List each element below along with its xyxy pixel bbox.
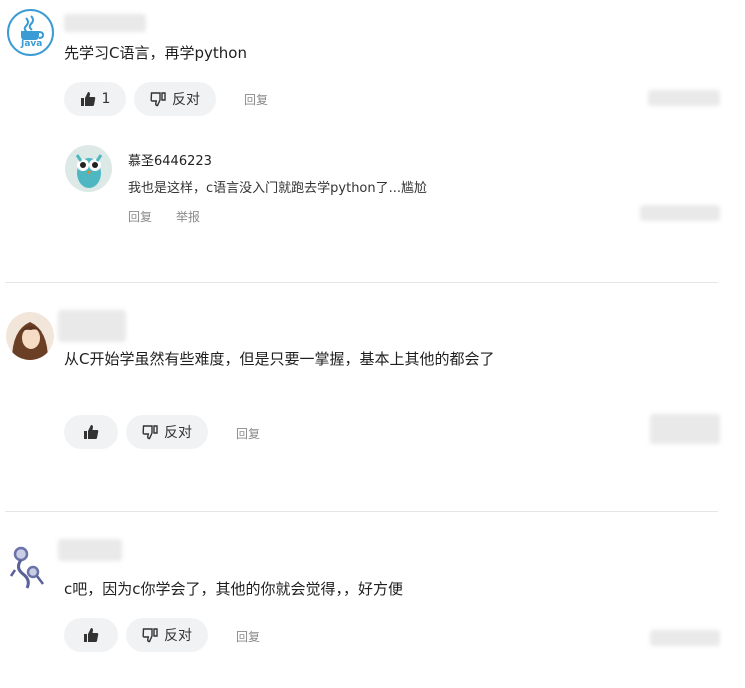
reply-text: 我也是这样，c语言没入门就跑去学python了...尴尬 (128, 181, 428, 196)
like-button[interactable] (64, 415, 118, 449)
dislike-button[interactable]: 反对 (126, 415, 208, 449)
dislike-label: 反对 (172, 92, 200, 108)
dislike-label: 反对 (164, 425, 192, 441)
like-button[interactable] (64, 618, 118, 652)
thumbs-down-icon (142, 628, 158, 643)
avatar-girl[interactable] (6, 312, 54, 360)
reply-link[interactable]: 回复 (236, 628, 260, 645)
dislike-button[interactable]: 反对 (134, 82, 216, 116)
meta-blurred (648, 90, 720, 106)
reply-username[interactable]: 慕圣6446223 (128, 150, 212, 169)
reply-meta-blurred (640, 205, 720, 221)
owl-avatar-icon (75, 154, 103, 188)
thumbs-up-icon (84, 425, 99, 439)
reply-link[interactable]: 回复 (244, 91, 268, 108)
reply-reply-link[interactable]: 回复 (128, 208, 152, 225)
dislike-label: 反对 (164, 628, 192, 644)
thumbs-down-icon (150, 92, 166, 107)
reply-avatar[interactable] (65, 145, 112, 192)
avatar-robot[interactable] (7, 544, 49, 590)
username-blurred[interactable] (64, 14, 146, 32)
dislike-button[interactable]: 反对 (126, 618, 208, 652)
like-button[interactable]: 1 (64, 82, 126, 116)
username-blurred[interactable] (58, 310, 126, 342)
like-count: 1 (101, 91, 111, 107)
meta-blurred (650, 414, 720, 444)
thumbs-up-icon (84, 628, 99, 642)
reply-report-link[interactable]: 举报 (176, 208, 200, 225)
comment-text: 先学习C语言，再学python (64, 44, 247, 62)
avatar-java-label: Java (21, 39, 43, 49)
divider (5, 511, 718, 512)
username-blurred[interactable] (58, 539, 122, 561)
portrait-avatar-icon (12, 322, 48, 360)
robot-avatar-icon (9, 546, 44, 589)
thumbs-down-icon (142, 425, 158, 440)
comment-text: 从C开始学虽然有些难度，但是只要一掌握，基本上其他的都会了 (64, 350, 495, 368)
reply-link[interactable]: 回复 (236, 425, 260, 442)
avatar-java[interactable]: Java (7, 9, 54, 56)
comment-text: c吧，因为c你学会了，其他的你就会觉得，，好方便 (64, 580, 403, 598)
divider (5, 282, 718, 283)
meta-blurred (650, 630, 720, 646)
thumbs-up-icon (80, 92, 95, 106)
